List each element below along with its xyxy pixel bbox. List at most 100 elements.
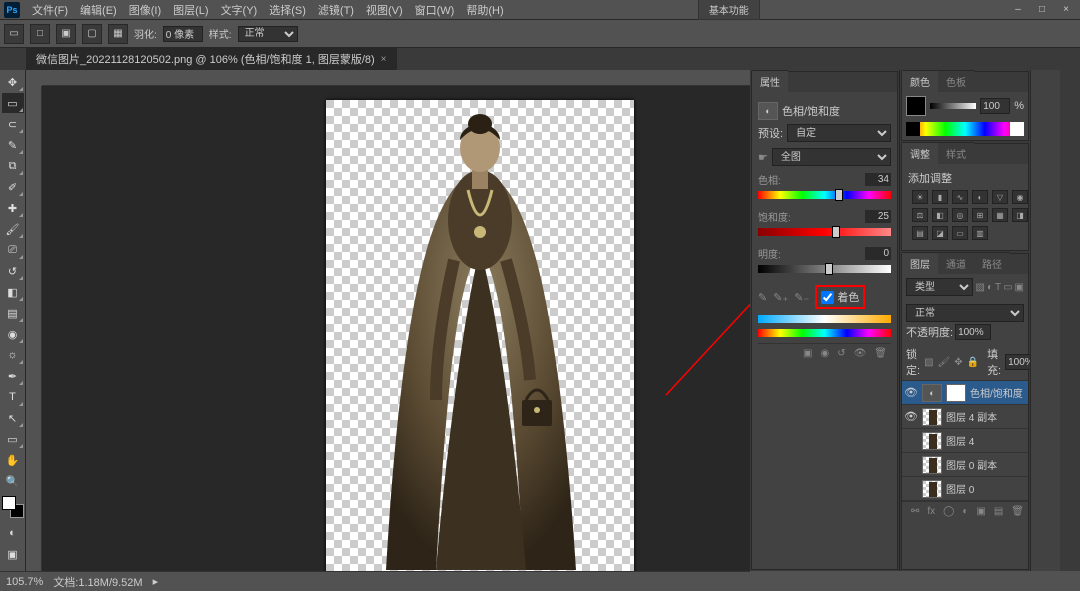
layer-row[interactable]: 图层 0 副本 bbox=[902, 453, 1028, 477]
layer-row[interactable]: 图层 4 bbox=[902, 429, 1028, 453]
layer-row[interactable]: 👁 ◐ 色相/饱和度 1 bbox=[902, 381, 1028, 405]
foreground-color-swatch[interactable] bbox=[906, 96, 926, 116]
stamp-tool[interactable]: ⎚ bbox=[2, 240, 24, 260]
posterize-icon[interactable]: ▤ bbox=[912, 226, 928, 240]
filter-smart-icon[interactable]: ▣ bbox=[1015, 282, 1024, 293]
adjustments-tab[interactable]: 调整 bbox=[902, 142, 938, 164]
levels-icon[interactable]: ▮ bbox=[932, 190, 948, 204]
hue-slider[interactable] bbox=[758, 191, 891, 205]
path-select-tool[interactable]: ↖ bbox=[2, 408, 24, 428]
swatches-tab[interactable]: 色板 bbox=[938, 70, 974, 92]
targeted-adjust-icon[interactable]: ☛ bbox=[758, 151, 768, 164]
filter-shape-icon[interactable]: ▭ bbox=[1003, 282, 1012, 293]
brush-tool[interactable]: 🖌 bbox=[2, 219, 24, 239]
close-tab-icon[interactable]: × bbox=[381, 54, 387, 65]
foreground-swatch[interactable] bbox=[2, 496, 16, 510]
new-group-icon[interactable]: ▣ bbox=[976, 506, 985, 517]
brightness-icon[interactable]: ☀ bbox=[912, 190, 928, 204]
invert-icon[interactable]: ◨ bbox=[1012, 208, 1028, 222]
close-button[interactable]: × bbox=[1056, 3, 1076, 17]
exposure-icon[interactable]: ◐ bbox=[972, 190, 988, 204]
color-swatches[interactable] bbox=[2, 496, 24, 518]
menu-view[interactable]: 视图(V) bbox=[360, 0, 409, 20]
filter-type-icon[interactable]: T bbox=[995, 282, 1001, 293]
saturation-slider[interactable] bbox=[758, 228, 891, 242]
canvas-area[interactable] bbox=[26, 70, 750, 571]
link-layers-icon[interactable]: ⚯ bbox=[911, 506, 919, 517]
layer-name[interactable]: 图层 4 副本 bbox=[946, 409, 1026, 424]
photo-filter-icon[interactable]: ◎ bbox=[952, 208, 968, 222]
lock-all-icon[interactable]: 🔒 bbox=[967, 357, 979, 368]
channels-tab[interactable]: 通道 bbox=[938, 252, 974, 274]
reset-icon[interactable]: ↺ bbox=[837, 348, 845, 359]
gradient-tool[interactable]: ▤ bbox=[2, 303, 24, 323]
visibility-icon[interactable]: 👁 bbox=[904, 386, 918, 399]
color-ramp[interactable] bbox=[906, 122, 1024, 136]
colorize-checkbox[interactable] bbox=[821, 291, 834, 304]
lookup-icon[interactable]: ▦ bbox=[992, 208, 1008, 222]
menu-select[interactable]: 选择(S) bbox=[263, 0, 312, 20]
document-canvas[interactable] bbox=[326, 100, 634, 571]
layer-mask-thumb[interactable] bbox=[946, 384, 966, 402]
layer-name[interactable]: 图层 4 bbox=[946, 433, 1026, 448]
layers-tab[interactable]: 图层 bbox=[902, 252, 938, 274]
hand-tool[interactable]: ✋ bbox=[2, 450, 24, 470]
gradient-map-icon[interactable]: ▭ bbox=[952, 226, 968, 240]
channel-mixer-icon[interactable]: ⊞ bbox=[972, 208, 988, 222]
add-mask-icon[interactable]: ◯ bbox=[943, 506, 954, 517]
minimize-button[interactable]: – bbox=[1008, 3, 1028, 17]
eraser-tool[interactable]: ◧ bbox=[2, 282, 24, 302]
selection-add-icon[interactable]: ▣ bbox=[56, 24, 76, 44]
blend-mode-select[interactable]: 正常 bbox=[906, 304, 1024, 322]
hue-sat-adj-icon[interactable]: ◉ bbox=[1012, 190, 1028, 204]
maximize-button[interactable]: □ bbox=[1032, 3, 1052, 17]
menu-image[interactable]: 图像(I) bbox=[123, 0, 167, 20]
color-balance-icon[interactable]: ⚖ bbox=[912, 208, 928, 222]
layer-filter-kind[interactable]: 类型 bbox=[906, 278, 973, 296]
color-opacity-input[interactable] bbox=[980, 98, 1010, 114]
range-select[interactable]: 全图 bbox=[772, 148, 891, 166]
menu-window[interactable]: 窗口(W) bbox=[409, 0, 461, 20]
new-layer-icon[interactable]: ▤ bbox=[994, 506, 1003, 517]
color-tab[interactable]: 颜色 bbox=[902, 70, 938, 92]
new-adjustment-icon[interactable]: ◐ bbox=[962, 506, 968, 517]
opacity-input[interactable] bbox=[955, 324, 991, 340]
marquee-tool-icon[interactable]: ▭ bbox=[4, 24, 24, 44]
shape-tool[interactable]: ▭ bbox=[2, 429, 24, 449]
history-brush-tool[interactable]: ↺ bbox=[2, 261, 24, 281]
type-tool[interactable]: T bbox=[2, 387, 24, 407]
pen-tool[interactable]: ✒ bbox=[2, 366, 24, 386]
eyedropper-tool[interactable]: ✐ bbox=[2, 177, 24, 197]
status-arrow-icon[interactable]: ▸ bbox=[153, 575, 159, 588]
menu-file[interactable]: 文件(F) bbox=[26, 0, 74, 20]
zoom-level[interactable]: 105.7% bbox=[6, 576, 43, 588]
lock-pixels-icon[interactable]: 🖌 bbox=[938, 357, 951, 368]
marquee-tool[interactable]: ▭ bbox=[2, 93, 24, 113]
eyedropper-sub-icon[interactable]: ✎₋ bbox=[794, 291, 809, 304]
quick-select-tool[interactable]: ✎ bbox=[2, 135, 24, 155]
saturation-value[interactable]: 25 bbox=[865, 210, 891, 223]
lock-transparency-icon[interactable]: ▧ bbox=[924, 357, 933, 368]
filter-adjust-icon[interactable]: ◐ bbox=[987, 282, 993, 293]
visibility-icon[interactable]: 👁 bbox=[904, 410, 918, 423]
feather-input[interactable] bbox=[163, 26, 203, 42]
menu-layer[interactable]: 图层(L) bbox=[167, 0, 214, 20]
delete-layer-icon[interactable]: 🗑 bbox=[1011, 506, 1024, 517]
threshold-icon[interactable]: ◪ bbox=[932, 226, 948, 240]
lightness-value[interactable]: 0 bbox=[865, 247, 891, 260]
selection-new-icon[interactable]: □ bbox=[30, 24, 50, 44]
selective-color-icon[interactable]: ▥ bbox=[972, 226, 988, 240]
workspace-switcher[interactable]: 基本功能 bbox=[698, 0, 760, 20]
lightness-slider[interactable] bbox=[758, 265, 891, 279]
properties-tab[interactable]: 属性 bbox=[752, 70, 788, 92]
curves-icon[interactable]: ∿ bbox=[952, 190, 968, 204]
clip-to-layer-icon[interactable]: ▣ bbox=[803, 348, 812, 359]
menu-edit[interactable]: 编辑(E) bbox=[74, 0, 123, 20]
paths-tab[interactable]: 路径 bbox=[974, 252, 1010, 274]
eyedropper-add-icon[interactable]: ✎₊ bbox=[773, 291, 788, 304]
crop-tool[interactable]: ⧉ bbox=[2, 156, 24, 176]
preset-select[interactable]: 自定 bbox=[787, 124, 891, 142]
toggle-visibility-icon[interactable]: 👁 bbox=[854, 348, 867, 359]
layer-name[interactable]: 图层 0 副本 bbox=[946, 457, 1026, 472]
style-select[interactable]: 正常 bbox=[238, 26, 298, 42]
